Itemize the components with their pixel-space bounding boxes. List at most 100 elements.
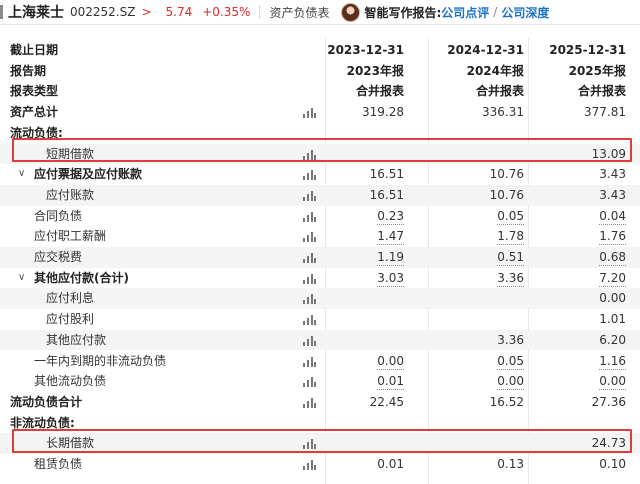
row-value: 16.52 <box>489 394 524 409</box>
table-row[interactable]: 其他应付款 3.36 6.20 <box>0 329 640 351</box>
bar-chart-icon[interactable] <box>303 376 316 388</box>
header-row: 报告期 2023年报 2024年报 2025年报 <box>0 61 640 82</box>
header-label: 报告期 <box>10 63 47 78</box>
row-value: 6.20 <box>599 332 626 347</box>
row-value: 0.23 <box>377 208 404 225</box>
row-label: 短期借款 <box>46 146 95 161</box>
bar-chart-icon[interactable] <box>303 314 316 326</box>
row-value: 1.47 <box>377 229 404 246</box>
table-row[interactable]: 应交税费 1.19 0.51 0.68 <box>0 247 640 268</box>
bar-chart-icon[interactable] <box>303 107 316 119</box>
header-cell: 2024-12-31 <box>447 43 524 57</box>
row-label: 其他流动负债 <box>34 374 107 389</box>
table-row[interactable]: 非流动负债: <box>0 413 640 434</box>
header-label: 截止日期 <box>10 43 59 57</box>
ai-report-label: 智能写作报告: <box>364 5 442 20</box>
header-cell: 2023-12-31 <box>327 43 404 57</box>
bar-chart-icon[interactable] <box>303 231 316 243</box>
row-value: 1.01 <box>599 312 626 327</box>
row-value: 10.76 <box>489 167 524 182</box>
bar-chart-icon[interactable] <box>303 293 316 305</box>
row-label: 租赁负债 <box>34 457 83 471</box>
table-row[interactable]: 长期借款 24.73 <box>0 433 640 454</box>
bar-chart-icon[interactable] <box>303 459 316 470</box>
row-value: 22.45 <box>369 394 404 409</box>
row-value: 3.36 <box>497 270 524 287</box>
bar-chart-icon[interactable] <box>303 397 316 408</box>
header-cell: 合并报表 <box>577 84 626 99</box>
row-value: 0.01 <box>377 457 404 471</box>
table-row[interactable]: 应付利息 0.00 <box>0 288 640 310</box>
bar-chart-icon[interactable] <box>303 335 316 346</box>
table-row[interactable]: 其他流动负债 0.01 0.00 0.00 <box>0 371 640 392</box>
row-value: 0.10 <box>599 457 626 471</box>
row-value: 10.76 <box>489 187 524 202</box>
row-value: 336.31 <box>482 105 524 120</box>
stock-name[interactable]: 上海莱士 <box>8 2 64 22</box>
header-cell: 合并报表 <box>355 84 404 99</box>
company-comment-link[interactable]: 公司点评 <box>441 4 489 21</box>
bar-chart-icon[interactable] <box>303 149 316 160</box>
bar-chart-icon[interactable] <box>303 252 316 263</box>
bar-chart-icon[interactable] <box>303 356 316 367</box>
bar-chart-icon[interactable] <box>303 273 316 284</box>
row-value: 0.00 <box>599 291 626 306</box>
table-row[interactable]: 应付账款 16.51 10.76 3.43 <box>0 184 640 206</box>
row-label: 流动负债: <box>10 125 63 140</box>
row-value: 3.36 <box>497 332 524 347</box>
table-row[interactable]: 流动负债: <box>0 123 640 144</box>
row-value: 0.68 <box>599 250 626 266</box>
company-depth-link[interactable]: 公司深度 <box>501 4 549 21</box>
stock-code: 002252.SZ <box>70 5 136 19</box>
stock-price: 5.74 <box>165 5 193 19</box>
divider <box>259 5 261 19</box>
row-value: 7.20 <box>599 270 626 287</box>
row-label: 应付账款 <box>46 187 95 202</box>
table-row[interactable]: 应付股利 1.01 <box>0 309 640 330</box>
chevron-right-icon[interactable]: > <box>141 5 151 19</box>
tab-balance-sheet[interactable]: 资产负债表 <box>269 4 329 21</box>
bar-chart-icon[interactable] <box>303 211 316 222</box>
table-row[interactable]: 流动负债合计 22.45 16.52 27.36 <box>0 392 640 413</box>
header-row: 报表类型 合并报表 合并报表 合并报表 <box>0 81 640 102</box>
bar-chart-icon[interactable] <box>303 169 316 181</box>
header-cell: 合并报表 <box>475 84 524 99</box>
table-row[interactable]: ∨ 应付票据及应付账款 16.51 10.76 3.43 <box>0 164 640 185</box>
row-value: 1.76 <box>599 229 626 246</box>
chevron-down-icon[interactable]: ∨ <box>18 268 25 289</box>
row-label: 应付股利 <box>46 312 95 327</box>
row-label: 其他应付款 <box>46 332 107 347</box>
table-row[interactable]: ∨ 其他应付款(合计) 3.03 3.36 7.20 <box>0 268 640 289</box>
row-value: 13.09 <box>591 146 626 161</box>
row-label: 应付票据及应付账款 <box>34 167 143 182</box>
table-row[interactable]: 合同负债 0.23 0.05 0.04 <box>0 206 640 227</box>
row-label: 合同负债 <box>34 208 83 223</box>
row-value: 0.01 <box>377 374 404 391</box>
row-label: 应交税费 <box>34 250 83 264</box>
row-value: 377.81 <box>584 105 626 120</box>
link-separator: / <box>493 5 498 19</box>
row-label: 流动负债合计 <box>10 394 83 409</box>
row-value: 0.00 <box>497 374 524 391</box>
table-row[interactable]: 资产总计 319.28 336.31 377.81 <box>0 102 640 123</box>
bar-chart-icon[interactable] <box>303 438 316 450</box>
row-value: 1.16 <box>599 353 626 370</box>
table-row[interactable]: 一年内到期的非流动负债 0.00 0.05 1.16 <box>0 351 640 372</box>
table-row[interactable]: 应付职工薪酬 1.47 1.78 1.76 <box>0 226 640 247</box>
row-value: 0.13 <box>497 457 524 471</box>
row-value: 24.73 <box>591 436 626 451</box>
assistant-avatar-icon <box>341 2 361 22</box>
row-value: 0.00 <box>377 353 404 370</box>
row-value: 16.51 <box>369 187 404 202</box>
row-value: 3.03 <box>377 270 404 287</box>
stock-header-bar: 上海莱士 002252.SZ > 5.74 +0.35% 资产负债表 智能写作报… <box>0 0 640 25</box>
table-row[interactable]: 短期借款 13.09 <box>0 143 640 165</box>
row-value: 0.05 <box>497 208 524 225</box>
row-label: 非流动负债: <box>10 415 75 430</box>
row-value: 0.04 <box>599 208 626 225</box>
table-row[interactable]: 租赁负债 0.01 0.13 0.10 <box>0 454 640 475</box>
row-value: 27.36 <box>591 394 626 409</box>
row-value: 16.51 <box>369 167 404 182</box>
chevron-down-icon[interactable]: ∨ <box>18 164 25 185</box>
bar-chart-icon[interactable] <box>303 190 316 201</box>
